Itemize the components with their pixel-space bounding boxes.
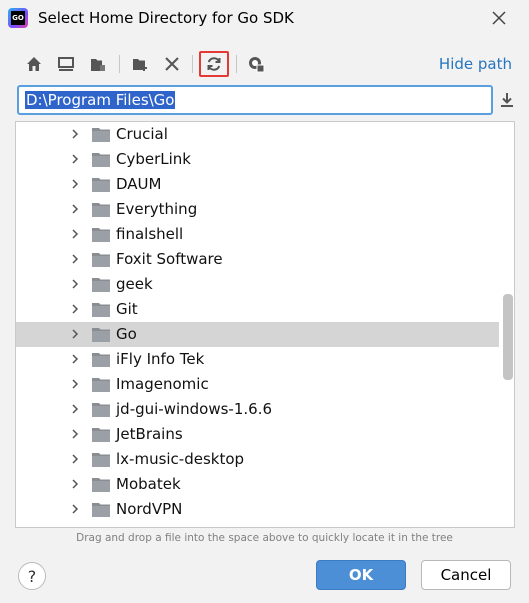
tree-row-label: Imagenomic: [116, 375, 209, 393]
chevron-right-icon[interactable]: [70, 129, 80, 139]
directory-tree[interactable]: NordVPN Mobatek lx-music-desktop JetBrains j…: [15, 121, 515, 528]
tree-row[interactable]: Crucial: [16, 122, 499, 147]
tree-row[interactable]: jd-gui-windows-1.6.6: [16, 397, 499, 422]
tree-row-label: Git: [116, 300, 138, 318]
toolbar: Hide path: [22, 51, 512, 78]
chevron-right-icon[interactable]: [70, 279, 80, 289]
tree-row-label: JetBrains: [116, 425, 183, 443]
title-bar: GO Select Home Directory for Go SDK: [0, 0, 529, 40]
folder-icon: [92, 228, 110, 242]
tree-row-label: NordVPN: [116, 500, 183, 518]
hide-path-link[interactable]: Hide path: [439, 55, 512, 73]
tree-scrollbar[interactable]: [503, 294, 513, 380]
tree-row[interactable]: Imagenomic: [16, 372, 499, 397]
goland-app-icon: GO: [8, 8, 28, 28]
chevron-right-icon[interactable]: [70, 204, 80, 214]
folder-icon: [92, 128, 110, 142]
chevron-right-icon[interactable]: [70, 329, 80, 339]
toolbar-separator: [192, 55, 193, 73]
desktop-icon[interactable]: [54, 52, 78, 76]
folder-icon: [92, 178, 110, 192]
tree-row-label: Foxit Software: [116, 250, 223, 268]
folder-icon: [92, 478, 110, 492]
tree-row-label: Mobatek: [116, 475, 181, 493]
drag-drop-hint: Drag and drop a file into the space abov…: [76, 532, 453, 544]
ok-button[interactable]: OK: [316, 560, 406, 590]
tree-row-label: finalshell: [116, 225, 184, 243]
folder-icon: [92, 428, 110, 442]
folder-icon: [92, 353, 110, 367]
chevron-right-icon[interactable]: [70, 379, 80, 389]
folder-icon: [92, 203, 110, 217]
chevron-right-icon[interactable]: [70, 429, 80, 439]
tree-row[interactable]: DAUM: [16, 172, 499, 197]
folder-icon: [92, 153, 110, 167]
tree-row[interactable]: JetBrains: [16, 422, 499, 447]
tree-row[interactable]: lx-music-desktop: [16, 447, 499, 472]
tree-row[interactable]: Git: [16, 297, 499, 322]
cancel-button[interactable]: Cancel: [421, 560, 511, 590]
dialog-title: Select Home Directory for Go SDK: [38, 9, 294, 27]
tree-row[interactable]: geek: [16, 272, 499, 297]
show-hidden-icon[interactable]: [244, 52, 268, 76]
tree-row[interactable]: Mobatek: [16, 472, 499, 497]
folder-icon: [92, 503, 110, 517]
tree-row[interactable]: finalshell: [16, 222, 499, 247]
chevron-right-icon[interactable]: [70, 229, 80, 239]
folder-icon: [92, 378, 110, 392]
tree-row-label: iFly Info Tek: [116, 350, 205, 368]
folder-icon: [92, 278, 110, 292]
chevron-right-icon[interactable]: [70, 404, 80, 414]
chevron-right-icon[interactable]: [70, 504, 80, 514]
home-icon[interactable]: [22, 52, 46, 76]
folder-icon: [92, 453, 110, 467]
path-row: D:\Program Files\Go: [17, 85, 517, 115]
folder-icon: [92, 253, 110, 267]
tree-row-label: Go: [116, 325, 137, 343]
download-icon[interactable]: [497, 89, 517, 111]
folder-icon: [92, 328, 110, 342]
tree-row[interactable]: Everything: [16, 197, 499, 222]
path-input-value: D:\Program Files\Go: [25, 91, 176, 109]
chevron-right-icon[interactable]: [70, 304, 80, 314]
toolbar-separator: [119, 55, 120, 73]
tree-row-label: geek: [116, 275, 153, 293]
chevron-right-icon[interactable]: [70, 354, 80, 364]
tree-row-label: lx-music-desktop: [116, 450, 245, 468]
tree-row-label: Crucial: [116, 125, 168, 143]
help-button[interactable]: ?: [18, 562, 46, 590]
close-icon[interactable]: [489, 8, 509, 28]
tree-row[interactable]: iFly Info Tek: [16, 347, 499, 372]
tree-row-label: DAUM: [116, 175, 162, 193]
tree-row-label: CyberLink: [116, 150, 191, 168]
tree-row-label: jd-gui-windows-1.6.6: [116, 400, 273, 418]
chevron-right-icon[interactable]: [70, 179, 80, 189]
tree-row[interactable]: NordVPN: [16, 497, 499, 522]
tree-row[interactable]: Foxit Software: [16, 247, 499, 272]
chevron-right-icon[interactable]: [70, 479, 80, 489]
tree-row-label: Everything: [116, 200, 198, 218]
chevron-right-icon[interactable]: [70, 254, 80, 264]
tree-row[interactable]: Go: [16, 322, 499, 347]
tree-row[interactable]: CyberLink: [16, 147, 499, 172]
delete-icon[interactable]: [160, 52, 184, 76]
path-input[interactable]: D:\Program Files\Go: [17, 85, 493, 115]
refresh-icon[interactable]: [199, 51, 229, 77]
chevron-right-icon[interactable]: [70, 154, 80, 164]
app-icon-text: GO: [11, 11, 25, 25]
folder-icon: [92, 303, 110, 317]
project-icon[interactable]: [86, 52, 110, 76]
chevron-right-icon[interactable]: [70, 454, 80, 464]
new-folder-icon[interactable]: [128, 52, 152, 76]
folder-icon: [92, 403, 110, 417]
toolbar-separator: [236, 55, 237, 73]
